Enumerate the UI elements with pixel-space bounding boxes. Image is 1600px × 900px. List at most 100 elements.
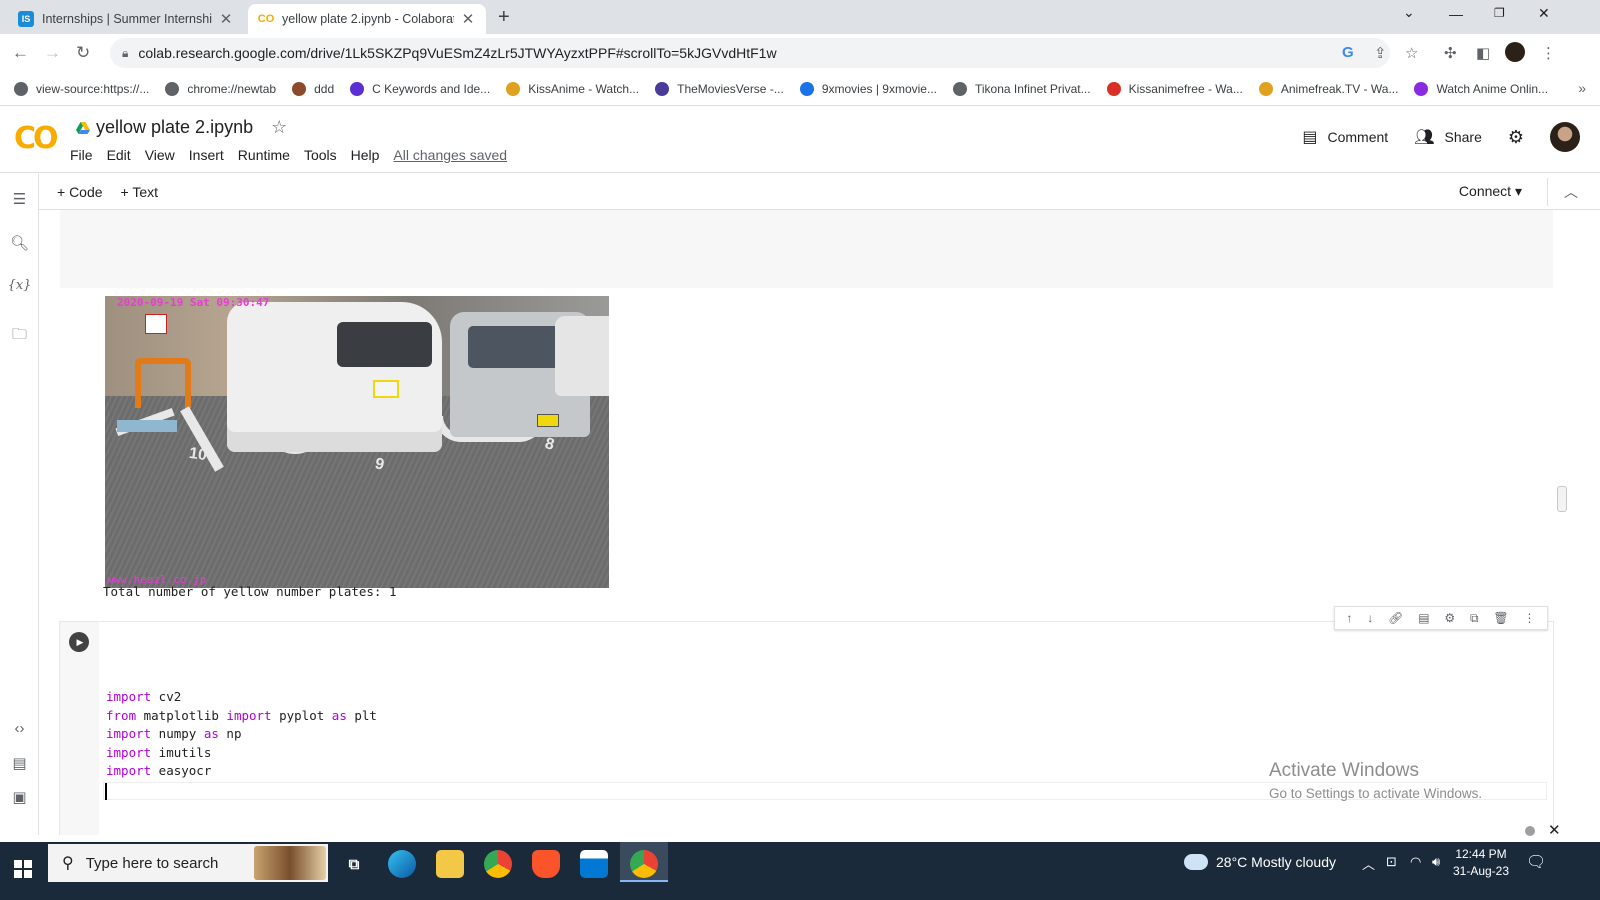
connect-button[interactable]: Connect ▾ xyxy=(1459,183,1522,200)
bookmark-item[interactable]: Kissanimefree - Wa... xyxy=(1106,81,1243,96)
bookmark-favicon-icon xyxy=(655,81,670,96)
gear-icon[interactable]: ⚙ xyxy=(1444,611,1455,625)
chevron-up-icon[interactable]: ︿ xyxy=(1362,854,1375,873)
microsoft-store-icon[interactable] xyxy=(580,850,608,878)
bookmark-item[interactable]: KissAnime - Watch... xyxy=(506,81,639,96)
bookmark-item[interactable]: TheMoviesVerse -... xyxy=(655,81,784,96)
scrollbar-thumb[interactable] xyxy=(1557,486,1567,512)
previous-cell[interactable] xyxy=(60,210,1553,288)
move-up-arrow-icon[interactable]: ↑ xyxy=(1346,611,1352,625)
profile-avatar-icon[interactable] xyxy=(1505,42,1525,62)
extensions-puzzle-icon[interactable]: ✣ xyxy=(1444,44,1457,62)
menu-help[interactable]: Help xyxy=(351,147,380,163)
active-code-cell[interactable]: ▶ import cv2 from matplotlib import pyplo… xyxy=(60,622,1553,835)
menu-edit[interactable]: Edit xyxy=(107,147,131,163)
trash-icon[interactable]: 🗑︎ xyxy=(1493,611,1508,625)
bookmark-item[interactable]: 9xmovies | 9xmovie... xyxy=(799,81,937,96)
minimize-icon[interactable]: — xyxy=(1449,6,1463,22)
close-icon[interactable]: ✕ xyxy=(1548,821,1561,839)
menu-insert[interactable]: Insert xyxy=(189,147,224,163)
forward-arrow-icon[interactable]: → xyxy=(44,43,61,63)
share-page-icon[interactable]: ⇪ xyxy=(1374,44,1387,62)
status-indicator-dot[interactable] xyxy=(1525,826,1535,836)
bookmark-item[interactable]: ddd xyxy=(292,81,335,96)
tab-search-chevron-down-icon[interactable]: ⌄ xyxy=(1403,4,1415,21)
add-code-button[interactable]: + Code xyxy=(57,184,103,200)
move-down-arrow-icon[interactable]: ↓ xyxy=(1367,611,1373,625)
address-bar[interactable]: 🔒︎ colab.research.google.com/drive/1Lk5S… xyxy=(110,38,1390,68)
bookmark-item[interactable]: C Keywords and Ide... xyxy=(350,81,490,96)
close-window-icon[interactable]: ✕ xyxy=(1538,5,1550,22)
bookmark-label: chrome://newtab xyxy=(187,81,277,96)
close-tab-icon[interactable]: ✕ xyxy=(218,10,234,28)
close-tab-icon[interactable]: ✕ xyxy=(460,10,476,28)
activate-windows-title: Activate Windows xyxy=(1269,760,1419,781)
edge-icon[interactable] xyxy=(388,850,416,878)
mirror-cell-icon[interactable]: ⧉ xyxy=(1470,611,1479,626)
menu-runtime[interactable]: Runtime xyxy=(238,147,290,163)
lock-icon[interactable]: 🔒︎ xyxy=(122,46,128,61)
weather-widget[interactable]: 28°C Mostly cloudy xyxy=(1178,846,1336,878)
menu-view[interactable]: View xyxy=(145,147,175,163)
windows-start-icon[interactable] xyxy=(14,860,32,878)
bookmark-star-icon[interactable]: ☆ xyxy=(1405,44,1418,62)
chevron-up-icon[interactable]: ︿ xyxy=(1564,182,1578,202)
taskbar-search-box[interactable]: ⚲ Type here to search xyxy=(48,844,328,882)
photo-window xyxy=(468,326,568,368)
menu-tools[interactable]: Tools xyxy=(304,147,337,163)
add-text-button[interactable]: + Text xyxy=(121,184,159,200)
code-line: import cv2 xyxy=(106,688,377,707)
task-view-icon[interactable]: ⧉ xyxy=(340,850,368,878)
code-snippets-icon[interactable]: ‹› xyxy=(0,720,39,737)
brave-icon[interactable] xyxy=(532,850,560,878)
text-caret xyxy=(105,783,107,800)
search-icon[interactable]: 🔍︎ xyxy=(0,234,39,252)
code-editor[interactable]: import cv2 from matplotlib import pyplot … xyxy=(99,622,1553,835)
settings-button[interactable]: ⚙ xyxy=(1508,127,1524,148)
terminal-icon[interactable]: ▣ xyxy=(0,788,39,806)
bookmark-item[interactable]: Animefreak.TV - Wa... xyxy=(1258,81,1398,96)
wifi-icon[interactable]: ◠ xyxy=(1410,854,1421,870)
variables-icon[interactable]: {x} xyxy=(0,278,39,293)
menu-file[interactable]: File xyxy=(70,147,93,163)
command-palette-icon[interactable]: ▤ xyxy=(0,754,39,772)
run-cell-play-icon[interactable]: ▶ xyxy=(69,632,89,652)
chrome-profile-icon[interactable] xyxy=(630,850,658,878)
notification-icon[interactable]: 🗨︎ xyxy=(1526,852,1546,872)
bookmark-favicon-icon xyxy=(1414,81,1429,96)
bookmark-item[interactable]: view-source:https://... xyxy=(14,81,149,96)
comment-button[interactable]: ▤ Comment xyxy=(1302,127,1388,147)
chrome-icon[interactable] xyxy=(484,850,512,878)
table-of-contents-icon[interactable]: ☰ xyxy=(0,190,39,208)
browser-tab-colab[interactable]: CO yellow plate 2.ipynb - Colaborato ✕ xyxy=(248,4,486,34)
reload-icon[interactable]: ↻ xyxy=(76,43,90,63)
comment-icon[interactable]: ▤ xyxy=(1418,611,1429,625)
chrome-menu-icon[interactable]: ⋮ xyxy=(1541,44,1556,62)
more-bookmarks-icon[interactable]: » xyxy=(1578,80,1586,96)
folder-icon[interactable]: 🗀︎ xyxy=(0,324,39,349)
link-icon[interactable]: 🔗︎ xyxy=(1388,611,1403,625)
file-explorer-folder-icon[interactable] xyxy=(436,850,464,878)
code-line: import imutils xyxy=(106,744,377,763)
bookmark-item[interactable]: Watch Anime Onlin... xyxy=(1414,81,1548,96)
star-icon[interactable]: ☆ xyxy=(271,117,287,138)
account-avatar[interactable] xyxy=(1550,122,1580,152)
bookmark-item[interactable]: Tikona Infinet Privat... xyxy=(952,81,1091,96)
share-button[interactable]: 👥︎ Share xyxy=(1414,127,1482,147)
bookmark-item[interactable]: chrome://newtab xyxy=(165,81,277,96)
colab-logo[interactable]: CO xyxy=(14,121,58,156)
bookmark-label: TheMoviesVerse -... xyxy=(677,81,784,96)
restore-icon[interactable]: ❐ xyxy=(1494,6,1505,20)
more-vert-icon[interactable]: ⋮ xyxy=(1523,611,1535,625)
save-status-link[interactable]: All changes saved xyxy=(393,147,507,163)
volume-icon[interactable]: 🔊︎ xyxy=(1432,854,1440,870)
new-tab-icon[interactable]: + xyxy=(498,6,510,29)
system-clock[interactable]: 12:44 PM 31-Aug-23 xyxy=(1446,846,1516,880)
browser-tab-internships[interactable]: IS Internships | Summer Internship 2 ✕ xyxy=(8,4,244,34)
bookmark-label: ddd xyxy=(314,81,335,96)
back-arrow-icon[interactable]: ← xyxy=(12,43,29,63)
notebook-title[interactable]: yellow plate 2.ipynb xyxy=(96,117,253,138)
meet-now-icon[interactable]: ⊡ xyxy=(1386,854,1397,870)
google-lens-icon[interactable]: G xyxy=(1342,44,1354,61)
side-panel-icon[interactable]: ◧ xyxy=(1476,44,1490,62)
